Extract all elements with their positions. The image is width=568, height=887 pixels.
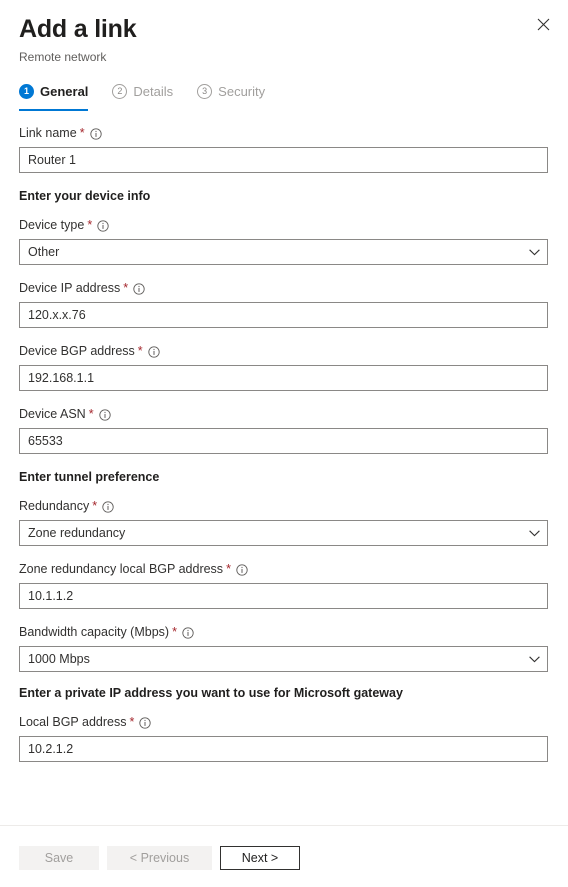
zone-local-bgp-label-row: Zone redundancy local BGP address * (19, 561, 549, 578)
panel-header: Add a link Remote network (0, 0, 568, 65)
required-asterisk: * (137, 344, 143, 358)
tab-general-label: General (40, 83, 89, 99)
required-asterisk: * (129, 715, 135, 729)
close-icon (537, 18, 550, 31)
tab-details-label: Details (133, 83, 174, 99)
required-asterisk: * (92, 499, 98, 513)
device-bgp-input[interactable] (19, 365, 548, 391)
wizard-tabs: 1 General 2 Details 3 Security (0, 79, 568, 111)
redundancy-select-wrap: Zone redundancy (19, 520, 548, 546)
info-icon[interactable] (97, 219, 109, 232)
tab-general[interactable]: 1 General (19, 79, 89, 111)
device-type-select[interactable]: Other (19, 239, 548, 265)
device-type-label: Device type (19, 218, 85, 232)
device-ip-input[interactable] (19, 302, 548, 328)
info-icon[interactable] (139, 716, 152, 729)
footer-button-row: Save < Previous Next > (19, 846, 549, 870)
device-asn-label-row: Device ASN * (19, 406, 549, 423)
page-subtitle: Remote network (19, 50, 107, 64)
device-ip-label-row: Device IP address * (19, 280, 549, 297)
field-redundancy: Redundancy * Zone redundancy (19, 498, 549, 546)
required-asterisk: * (87, 218, 93, 232)
field-local-bgp: Local BGP address * (19, 714, 549, 762)
bandwidth-select[interactable]: 1000 Mbps (19, 646, 548, 672)
tab-security-number: 3 (197, 84, 213, 99)
info-icon[interactable] (148, 345, 160, 358)
section-tunnel-preference: Enter tunnel preference (19, 470, 160, 484)
info-icon[interactable] (133, 282, 145, 295)
tab-security[interactable]: 3 Security (197, 79, 265, 111)
field-zone-local-bgp: Zone redundancy local BGP address * (19, 561, 549, 609)
required-asterisk: * (123, 281, 129, 295)
info-icon[interactable] (98, 408, 111, 421)
info-icon[interactable] (236, 563, 248, 576)
device-type-select-wrap: Other (19, 239, 548, 265)
form-area: Link name * Enter your device info Devic… (0, 111, 568, 825)
tab-details[interactable]: 2 Details (112, 79, 173, 111)
local-bgp-label: Local BGP address (19, 715, 127, 729)
tab-general-number: 1 (19, 84, 34, 99)
zone-local-bgp-label: Zone redundancy local BGP address (19, 562, 224, 576)
info-icon[interactable] (102, 500, 114, 513)
section-device-info: Enter your device info (19, 189, 151, 203)
bandwidth-label-row: Bandwidth capacity (Mbps) * (19, 624, 549, 641)
local-bgp-input[interactable] (19, 736, 548, 762)
link-name-label-row: Link name * (19, 125, 549, 142)
zone-local-bgp-input[interactable] (19, 583, 548, 609)
redundancy-label: Redundancy (19, 499, 90, 513)
tab-details-number: 2 (112, 84, 128, 99)
tab-security-label: Security (218, 83, 266, 99)
link-name-label: Link name (19, 126, 77, 140)
device-type-label-row: Device type * (19, 217, 549, 234)
field-bandwidth: Bandwidth capacity (Mbps) * 1000 Mbps (19, 624, 549, 672)
required-asterisk: * (226, 562, 231, 576)
bandwidth-label: Bandwidth capacity (Mbps) (19, 625, 170, 639)
redundancy-label-row: Redundancy * (19, 498, 549, 515)
device-ip-label: Device IP address (19, 281, 121, 295)
section-gateway-private-ip: Enter a private IP address you want to u… (19, 686, 403, 700)
field-device-bgp: Device BGP address * (19, 343, 549, 391)
required-asterisk: * (172, 625, 177, 639)
previous-button[interactable]: < Previous (107, 846, 212, 870)
add-link-panel: Add a link Remote network 1 General 2 De… (0, 0, 568, 887)
local-bgp-label-row: Local BGP address * (19, 714, 549, 731)
panel-footer: Save < Previous Next > (0, 825, 568, 887)
device-bgp-label-row: Device BGP address * (19, 343, 549, 360)
page-title: Add a link (19, 15, 137, 43)
info-icon[interactable] (182, 626, 194, 639)
device-asn-label: Device ASN (19, 407, 86, 421)
next-button[interactable]: Next > (220, 846, 300, 870)
info-icon[interactable] (89, 127, 102, 140)
required-asterisk: * (88, 407, 94, 421)
field-link-name: Link name * (19, 125, 549, 173)
field-device-ip: Device IP address * (19, 280, 549, 328)
device-asn-input[interactable] (19, 428, 548, 454)
device-bgp-label: Device BGP address (19, 344, 135, 358)
field-device-type: Device type * Other (19, 217, 549, 265)
close-button[interactable] (529, 10, 557, 38)
bandwidth-select-wrap: 1000 Mbps (19, 646, 548, 672)
required-asterisk: * (79, 126, 85, 140)
link-name-input[interactable] (19, 147, 548, 173)
redundancy-select[interactable]: Zone redundancy (19, 520, 548, 546)
field-device-asn: Device ASN * (19, 406, 549, 454)
save-button[interactable]: Save (19, 846, 99, 870)
